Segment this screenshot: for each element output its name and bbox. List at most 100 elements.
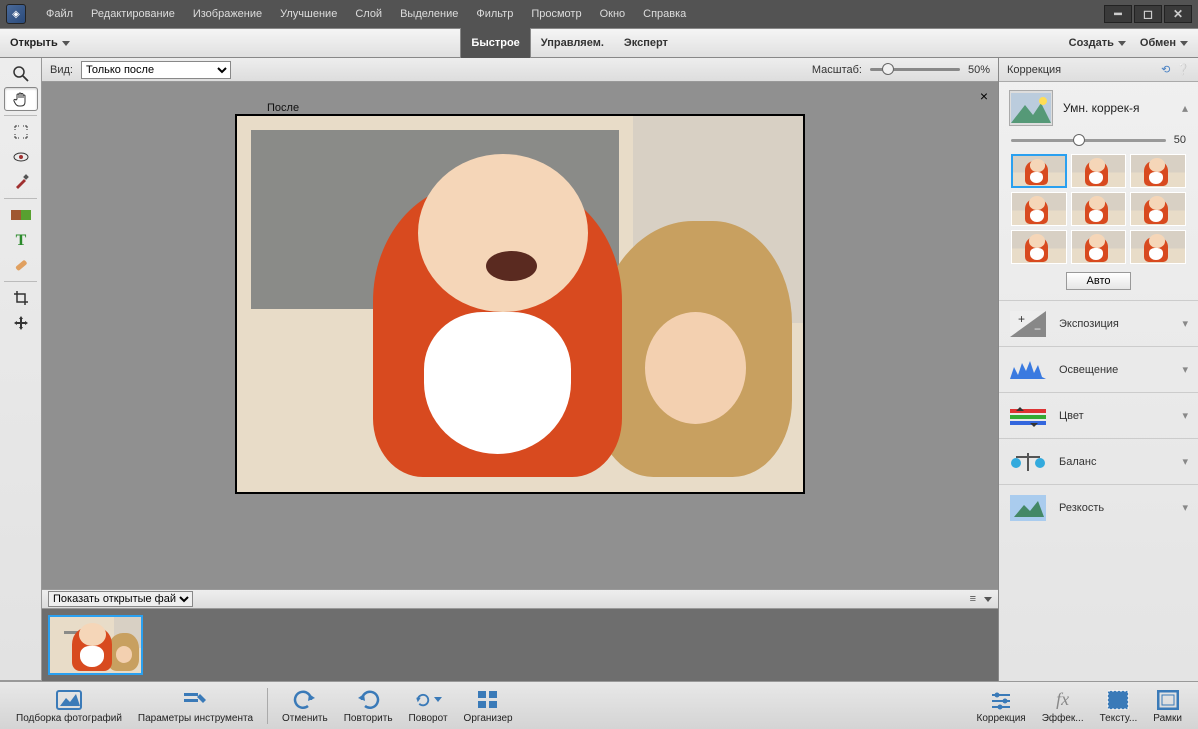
organizer-button[interactable]: Организер — [456, 688, 521, 724]
mode-managed[interactable]: Управляем. — [531, 28, 614, 58]
preset-thumb[interactable] — [1011, 230, 1067, 264]
menu-view[interactable]: Просмотр — [523, 4, 589, 24]
brush-tool[interactable] — [4, 170, 38, 194]
create-button[interactable]: Создать — [1069, 37, 1126, 49]
menu-enhance[interactable]: Улучшение — [272, 4, 345, 24]
preset-thumb[interactable] — [1130, 154, 1186, 188]
preset-thumb[interactable] — [1071, 192, 1127, 226]
smart-slider-knob[interactable] — [1073, 134, 1085, 146]
correction-panel: Коррекция ⟲ ❔ Умн. коррек-я ▴ 50 — [998, 58, 1198, 681]
undo-button[interactable]: Отменить — [274, 688, 336, 724]
balance-row[interactable]: Баланс ▾ — [999, 438, 1198, 484]
filmstrip-mode-select[interactable]: Показать открытые файлы — [48, 591, 193, 607]
minimize-button[interactable]: ━ — [1104, 5, 1132, 23]
svg-text:−: − — [1034, 322, 1041, 336]
photo-bin-icon — [55, 688, 83, 712]
photo-content — [237, 116, 803, 492]
tool-palette: T — [0, 58, 42, 681]
gradient-tool[interactable] — [4, 203, 38, 227]
eye-tool[interactable] — [4, 145, 38, 169]
exposure-row[interactable]: +− Экспозиция ▾ — [999, 300, 1198, 346]
frames-icon — [1154, 688, 1182, 712]
menu-window[interactable]: Окно — [592, 4, 634, 24]
menu-filter[interactable]: Фильтр — [468, 4, 521, 24]
quick-select-tool[interactable] — [4, 120, 38, 144]
mode-quick[interactable]: Быстрое — [460, 28, 530, 58]
chevron-down-icon[interactable] — [984, 597, 992, 602]
menu-help[interactable]: Справка — [635, 4, 694, 24]
crop-tool[interactable] — [4, 286, 38, 310]
photo-bin-button[interactable]: Подборка фотографий — [8, 688, 130, 724]
tool-options-button[interactable]: Параметры инструмента — [130, 688, 261, 724]
textures-tab[interactable]: Тексту... — [1092, 688, 1146, 724]
smart-slider-value: 50 — [1174, 134, 1186, 146]
correction-panel-header: Коррекция ⟲ ❔ — [999, 58, 1198, 82]
open-label: Открыть — [10, 37, 58, 49]
collapse-icon: ▴ — [1182, 101, 1188, 115]
menu-layer[interactable]: Слой — [347, 4, 390, 24]
preset-thumb[interactable] — [1130, 230, 1186, 264]
corrections-tab[interactable]: Коррекция — [969, 688, 1034, 724]
move-tool[interactable] — [4, 311, 38, 335]
preset-thumb[interactable] — [1011, 154, 1067, 188]
color-row[interactable]: Цвет ▾ — [999, 392, 1198, 438]
hand-tool[interactable] — [4, 87, 38, 111]
menu-file[interactable]: Файл — [38, 4, 81, 24]
preset-thumb[interactable] — [1130, 192, 1186, 226]
text-tool[interactable]: T — [4, 228, 38, 252]
frames-tab[interactable]: Рамки — [1145, 688, 1190, 724]
bottom-bar: Подборка фотографий Параметры инструмент… — [0, 681, 1198, 729]
smart-correction-header[interactable]: Умн. коррек-я ▴ — [999, 82, 1198, 134]
preset-thumb[interactable] — [1071, 154, 1127, 188]
zoom-slider-knob[interactable] — [882, 63, 894, 75]
mode-expert[interactable]: Эксперт — [614, 28, 678, 58]
canvas[interactable] — [235, 114, 805, 494]
view-mode-select[interactable]: Только после — [81, 61, 231, 79]
preset-thumb[interactable] — [1011, 192, 1067, 226]
app-logo-icon: ◈ — [6, 4, 26, 24]
expand-icon: ▾ — [1182, 363, 1188, 376]
lighting-row[interactable]: Освещение ▾ — [999, 346, 1198, 392]
canvas-area: × После — [42, 82, 998, 589]
share-button[interactable]: Обмен — [1140, 37, 1188, 49]
redo-button[interactable]: Повторить — [336, 688, 401, 724]
maximize-button[interactable]: ◻ — [1134, 5, 1162, 23]
svg-text:T: T — [15, 232, 26, 249]
smart-slider[interactable] — [1011, 139, 1166, 142]
zoom-value: 50% — [968, 64, 990, 76]
canvas-after-label: После — [267, 102, 299, 114]
close-document-icon[interactable]: × — [980, 88, 988, 104]
filmstrip — [42, 609, 998, 681]
expand-icon: ▾ — [1182, 501, 1188, 514]
zoom-slider[interactable] — [870, 68, 960, 71]
menu-edit[interactable]: Редактирование — [83, 4, 183, 24]
help-icon[interactable]: ❔ — [1176, 63, 1190, 76]
menu-image[interactable]: Изображение — [185, 4, 270, 24]
sharpness-row[interactable]: Резкость ▾ — [999, 484, 1198, 530]
filmstrip-options-icon[interactable]: ≡ — [970, 593, 976, 605]
svg-text:+: + — [1018, 312, 1025, 326]
document-area: Вид: Только после Масштаб: 50% × После — [42, 58, 998, 681]
lighting-icon — [1009, 355, 1047, 385]
close-button[interactable]: ✕ — [1164, 5, 1192, 23]
preset-thumb[interactable] — [1071, 230, 1127, 264]
heal-tool[interactable] — [4, 253, 38, 277]
menu-select[interactable]: Выделение — [392, 4, 466, 24]
rotate-button[interactable]: Поворот — [401, 688, 456, 724]
zoom-tool[interactable] — [4, 62, 38, 86]
balance-icon — [1009, 447, 1047, 477]
reset-icon[interactable]: ⟲ — [1161, 63, 1170, 76]
effects-icon: fx — [1049, 688, 1077, 712]
organizer-icon — [474, 688, 502, 712]
chevron-down-icon — [1118, 41, 1126, 46]
zoom-label: Масштаб: — [812, 64, 862, 76]
expand-icon: ▾ — [1182, 455, 1188, 468]
view-options-bar: Вид: Только после Масштаб: 50% — [42, 58, 998, 82]
auto-button[interactable]: Авто — [1066, 272, 1132, 290]
smart-presets-grid — [1011, 154, 1186, 264]
rotate-icon — [414, 688, 442, 712]
filmstrip-thumbnail[interactable] — [48, 615, 143, 675]
effects-tab[interactable]: fx Эффек... — [1034, 688, 1092, 724]
open-button[interactable]: Открыть — [10, 37, 70, 49]
window-controls: ━ ◻ ✕ — [1104, 5, 1192, 23]
